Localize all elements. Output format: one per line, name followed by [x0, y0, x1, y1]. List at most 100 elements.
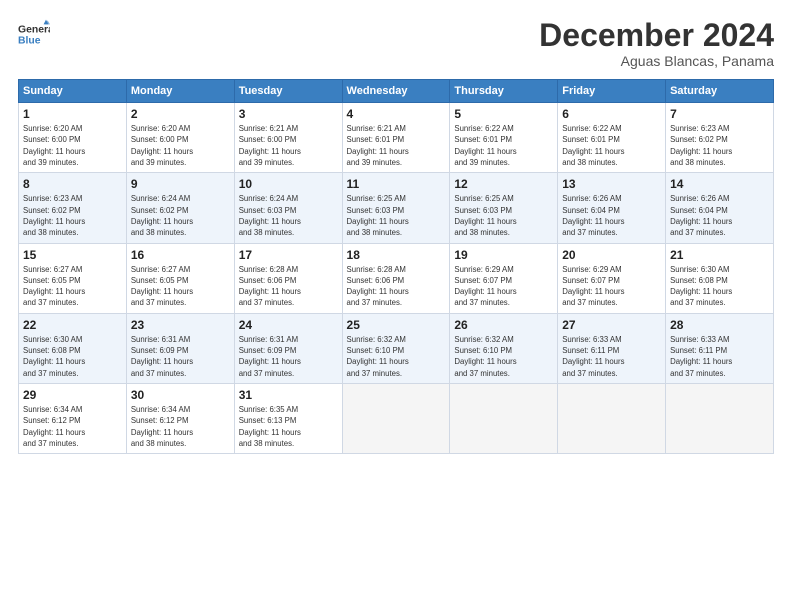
- day-number: 15: [23, 248, 122, 262]
- calendar-header-row: SundayMondayTuesdayWednesdayThursdayFrid…: [19, 80, 774, 103]
- calendar-cell: 25Sunrise: 6:32 AMSunset: 6:10 PMDayligh…: [342, 313, 450, 383]
- day-number: 14: [670, 177, 769, 191]
- calendar-cell: [450, 383, 558, 453]
- day-number: 6: [562, 107, 661, 121]
- calendar-cell: 9 Sunrise: 6:24 AMSunset: 6:02 PMDaylight…: [126, 173, 234, 243]
- calendar-week-1: 1 Sunrise: 6:20 AMSunset: 6:00 PMDaylight…: [19, 103, 774, 173]
- calendar-cell: 22 Sunrise: 6:30 AMSunset: 6:08 PMDayligh…: [19, 313, 127, 383]
- day-info: Sunrise: 6:30 AMSunset: 6:08 PMDaylight:…: [23, 334, 122, 379]
- calendar-cell: 11 Sunrise: 6:25 AMSunset: 6:03 PMDayligh…: [342, 173, 450, 243]
- day-info: Sunrise: 6:21 AMSunset: 6:00 PMDaylight:…: [239, 123, 338, 168]
- day-number: 5: [454, 107, 553, 121]
- day-info: Sunrise: 6:33 AMSunset: 6:11 PMDaylight:…: [562, 334, 661, 379]
- day-number: 13: [562, 177, 661, 191]
- day-number: 19: [454, 248, 553, 262]
- day-info: Sunrise: 6:34 AMSunset: 6:12 PMDaylight:…: [23, 404, 122, 449]
- calendar-cell: 13Sunrise: 6:26 AMSunset: 6:04 PMDayligh…: [558, 173, 666, 243]
- day-number: 27: [562, 318, 661, 332]
- logo: General Blue: [18, 18, 50, 50]
- day-info: Sunrise: 6:23 AMSunset: 6:02 PMDaylight:…: [23, 193, 122, 238]
- day-number: 17: [239, 248, 338, 262]
- calendar-cell: 15 Sunrise: 6:27 AMSunset: 6:05 PMDayligh…: [19, 243, 127, 313]
- calendar-cell: 12 Sunrise: 6:25 AMSunset: 6:03 PMDayligh…: [450, 173, 558, 243]
- day-info: Sunrise: 6:31 AMSunset: 6:09 PMDaylight:…: [131, 334, 230, 379]
- calendar-cell: 21 Sunrise: 6:30 AMSunset: 6:08 PMDayligh…: [666, 243, 774, 313]
- calendar-cell: 28 Sunrise: 6:33 AMSunset: 6:11 PMDayligh…: [666, 313, 774, 383]
- day-number: 1: [23, 107, 122, 121]
- calendar-cell: 24Sunrise: 6:31 AMSunset: 6:09 PMDayligh…: [234, 313, 342, 383]
- day-number: 8: [23, 177, 122, 191]
- calendar-cell: 1 Sunrise: 6:20 AMSunset: 6:00 PMDaylight…: [19, 103, 127, 173]
- calendar-cell: 2 Sunrise: 6:20 AMSunset: 6:00 PMDaylight…: [126, 103, 234, 173]
- day-info: Sunrise: 6:25 AMSunset: 6:03 PMDaylight:…: [347, 193, 446, 238]
- day-number: 31: [239, 388, 338, 402]
- day-info: Sunrise: 6:24 AMSunset: 6:02 PMDaylight:…: [131, 193, 230, 238]
- day-info: Sunrise: 6:29 AMSunset: 6:07 PMDaylight:…: [562, 264, 661, 309]
- day-number: 18: [347, 248, 446, 262]
- day-info: Sunrise: 6:24 AMSunset: 6:03 PMDaylight:…: [239, 193, 338, 238]
- day-number: 9: [131, 177, 230, 191]
- calendar-cell: 14 Sunrise: 6:26 AMSunset: 6:04 PMDayligh…: [666, 173, 774, 243]
- day-info: Sunrise: 6:27 AMSunset: 6:05 PMDaylight:…: [131, 264, 230, 309]
- day-info: Sunrise: 6:26 AMSunset: 6:04 PMDaylight:…: [670, 193, 769, 238]
- col-header-wednesday: Wednesday: [342, 80, 450, 103]
- day-number: 22: [23, 318, 122, 332]
- calendar-week-5: 29Sunrise: 6:34 AMSunset: 6:12 PMDayligh…: [19, 383, 774, 453]
- location-subtitle: Aguas Blancas, Panama: [539, 53, 774, 69]
- day-number: 28: [670, 318, 769, 332]
- svg-text:Blue: Blue: [18, 36, 41, 47]
- col-header-sunday: Sunday: [19, 80, 127, 103]
- day-number: 20: [562, 248, 661, 262]
- calendar-cell: 3 Sunrise: 6:21 AMSunset: 6:00 PMDaylight…: [234, 103, 342, 173]
- day-number: 2: [131, 107, 230, 121]
- day-info: Sunrise: 6:22 AMSunset: 6:01 PMDaylight:…: [562, 123, 661, 168]
- header: General Blue December 2024 Aguas Blancas…: [18, 18, 774, 69]
- day-number: 11: [347, 177, 446, 191]
- day-info: Sunrise: 6:25 AMSunset: 6:03 PMDaylight:…: [454, 193, 553, 238]
- col-header-tuesday: Tuesday: [234, 80, 342, 103]
- day-info: Sunrise: 6:23 AMSunset: 6:02 PMDaylight:…: [670, 123, 769, 168]
- calendar-cell: [666, 383, 774, 453]
- day-number: 10: [239, 177, 338, 191]
- day-number: 3: [239, 107, 338, 121]
- day-info: Sunrise: 6:27 AMSunset: 6:05 PMDaylight:…: [23, 264, 122, 309]
- day-info: Sunrise: 6:22 AMSunset: 6:01 PMDaylight:…: [454, 123, 553, 168]
- day-info: Sunrise: 6:34 AMSunset: 6:12 PMDaylight:…: [131, 404, 230, 449]
- day-number: 21: [670, 248, 769, 262]
- day-number: 7: [670, 107, 769, 121]
- calendar-cell: 7 Sunrise: 6:23 AMSunset: 6:02 PMDaylight…: [666, 103, 774, 173]
- day-number: 26: [454, 318, 553, 332]
- day-info: Sunrise: 6:32 AMSunset: 6:10 PMDaylight:…: [347, 334, 446, 379]
- day-info: Sunrise: 6:30 AMSunset: 6:08 PMDaylight:…: [670, 264, 769, 309]
- calendar-cell: 23 Sunrise: 6:31 AMSunset: 6:09 PMDayligh…: [126, 313, 234, 383]
- day-info: Sunrise: 6:33 AMSunset: 6:11 PMDaylight:…: [670, 334, 769, 379]
- calendar-cell: 26 Sunrise: 6:32 AMSunset: 6:10 PMDayligh…: [450, 313, 558, 383]
- day-number: 30: [131, 388, 230, 402]
- day-info: Sunrise: 6:29 AMSunset: 6:07 PMDaylight:…: [454, 264, 553, 309]
- svg-text:General: General: [18, 24, 50, 35]
- calendar-cell: 31 Sunrise: 6:35 AMSunset: 6:13 PMDayligh…: [234, 383, 342, 453]
- calendar-cell: 30 Sunrise: 6:34 AMSunset: 6:12 PMDayligh…: [126, 383, 234, 453]
- day-info: Sunrise: 6:20 AMSunset: 6:00 PMDaylight:…: [131, 123, 230, 168]
- calendar-cell: 10 Sunrise: 6:24 AMSunset: 6:03 PMDayligh…: [234, 173, 342, 243]
- calendar-cell: [558, 383, 666, 453]
- calendar-week-2: 8 Sunrise: 6:23 AMSunset: 6:02 PMDaylight…: [19, 173, 774, 243]
- day-info: Sunrise: 6:20 AMSunset: 6:00 PMDaylight:…: [23, 123, 122, 168]
- day-info: Sunrise: 6:32 AMSunset: 6:10 PMDaylight:…: [454, 334, 553, 379]
- calendar-cell: [342, 383, 450, 453]
- col-header-thursday: Thursday: [450, 80, 558, 103]
- day-number: 24: [239, 318, 338, 332]
- day-number: 16: [131, 248, 230, 262]
- calendar-cell: 27 Sunrise: 6:33 AMSunset: 6:11 PMDayligh…: [558, 313, 666, 383]
- calendar-cell: 17Sunrise: 6:28 AMSunset: 6:06 PMDayligh…: [234, 243, 342, 313]
- day-number: 23: [131, 318, 230, 332]
- title-block: December 2024 Aguas Blancas, Panama: [539, 18, 774, 69]
- day-info: Sunrise: 6:35 AMSunset: 6:13 PMDaylight:…: [239, 404, 338, 449]
- calendar-cell: 5 Sunrise: 6:22 AMSunset: 6:01 PMDaylight…: [450, 103, 558, 173]
- calendar-week-4: 22 Sunrise: 6:30 AMSunset: 6:08 PMDayligh…: [19, 313, 774, 383]
- calendar-cell: 16 Sunrise: 6:27 AMSunset: 6:05 PMDayligh…: [126, 243, 234, 313]
- calendar-cell: 8 Sunrise: 6:23 AMSunset: 6:02 PMDaylight…: [19, 173, 127, 243]
- day-number: 12: [454, 177, 553, 191]
- calendar-cell: 20 Sunrise: 6:29 AMSunset: 6:07 PMDayligh…: [558, 243, 666, 313]
- calendar-table: SundayMondayTuesdayWednesdayThursdayFrid…: [18, 79, 774, 454]
